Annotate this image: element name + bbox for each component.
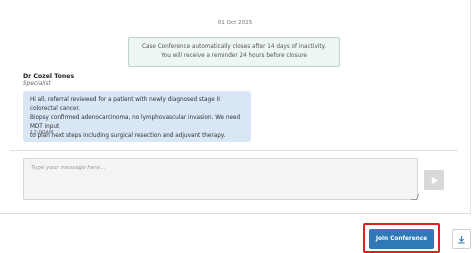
message-timestamp: 12:00AM: [30, 130, 54, 136]
message-date: 01 Oct 2025: [217, 20, 253, 26]
sender-role: Specialist: [23, 81, 51, 87]
resize-grip-icon[interactable]: [410, 194, 420, 200]
composer-divider: [10, 150, 458, 151]
join-conference-button[interactable]: Join Conference: [369, 229, 434, 249]
message-bubble: Hi all, referral reviewed for a patient …: [23, 91, 251, 142]
download-button[interactable]: [452, 229, 471, 249]
sender-name: Dr Cozel Tones: [23, 73, 75, 80]
message-line-1: Hi all, referral reviewed for a patient …: [30, 97, 220, 112]
message-input[interactable]: [23, 158, 418, 200]
auto-close-notice-line-2: You will receive a reminder 24 hours bef…: [161, 53, 307, 59]
message-line-2: Biopsy confirmed adenocarcinoma, no lymp…: [30, 115, 241, 130]
chat-panel: 01 Oct 2025 Case Conference automaticall…: [0, 0, 471, 214]
send-arrow-icon: [431, 176, 438, 184]
send-button[interactable]: [424, 170, 444, 190]
message-line-3: to plan next steps including surgical re…: [30, 133, 226, 139]
download-icon: [458, 235, 465, 243]
auto-close-notice-line-1: Case Conference automatically closes aft…: [141, 44, 326, 50]
auto-close-notice: Case Conference automatically closes aft…: [128, 37, 340, 67]
